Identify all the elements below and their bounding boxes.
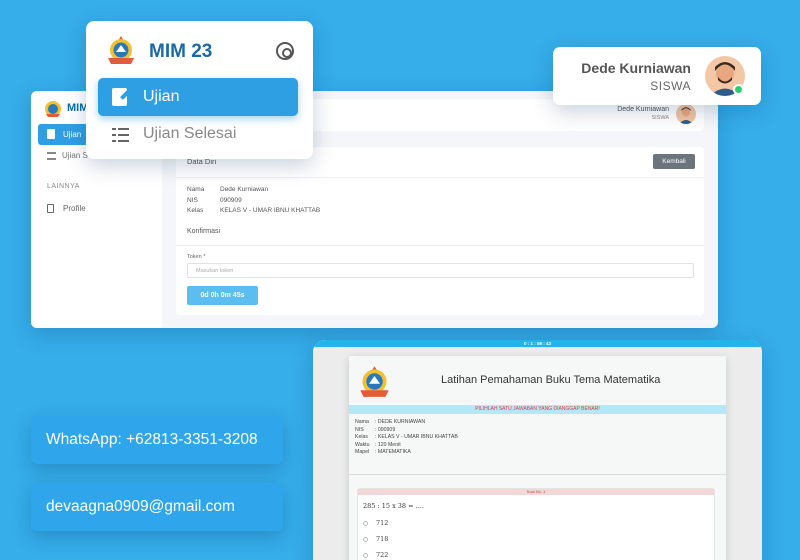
meta-label: NIS [355, 426, 364, 433]
menu-item-label: Ujian Selesai [143, 125, 237, 142]
sidebar-item-label: Ujian [63, 130, 82, 139]
question-text: 285 : 15 x 38 = .... [363, 502, 424, 510]
meta-value: KELAS V - UMAR IBNU KHATTAB [377, 434, 458, 441]
exam-status-bar: 0 : 1 : 59 : 43 [313, 340, 762, 347]
question-header: Soal No. 1 [358, 489, 714, 495]
settings-icon[interactable] [276, 42, 294, 60]
whatsapp-contact[interactable]: WhatsApp: +62813-3351-3208 [31, 416, 283, 464]
radio-icon [363, 552, 368, 558]
menu-item-ujian-selesai[interactable]: Ujian Selesai [112, 125, 236, 143]
sidebar-item-label: Ujian S [62, 151, 88, 160]
info-label: Nama [187, 186, 205, 193]
user-name: Dede Kurniawan [581, 60, 691, 76]
id-card-icon [47, 204, 54, 214]
document-edit-icon [112, 88, 127, 106]
menu-popup: MIM 23 Ujian Ujian Selesai [86, 21, 313, 159]
answer-option-label: 722 [376, 551, 389, 559]
avatar[interactable] [676, 104, 696, 124]
meta-label: Kelas [355, 434, 368, 441]
exam-paper: Latihan Pemahaman Buku Tema Matematika P… [349, 356, 726, 560]
radio-icon [363, 536, 368, 542]
info-label: NIS [187, 196, 198, 204]
exam-confirm-card: Data Diri Kembali Nama Dede Kurniawan NIS… [176, 147, 704, 315]
online-status-indicator [733, 84, 744, 95]
back-button[interactable]: Kembali [653, 154, 695, 169]
topbar-user-name: Dede Kurniawan [617, 106, 669, 113]
token-label: Token * [187, 254, 206, 260]
meta-value: 090909 [377, 426, 396, 433]
question-card: Soal No. 1 285 : 15 x 38 = .... 712 718 … [357, 488, 715, 560]
student-info: Nama Dede Kurniawan NIS 090909 Kelas KELAS … [187, 185, 320, 217]
email-contact[interactable]: devaagna0909@gmail.com [31, 483, 283, 531]
sidebar-item-ujian-selesai[interactable]: Ujian S [47, 151, 88, 160]
info-label: Kelas [187, 207, 204, 214]
confirm-title: Konfirmasi [187, 228, 221, 235]
info-value: Dede Kurniawan [220, 186, 269, 193]
topbar-user: Dede Kurniawan SISWA [617, 106, 669, 121]
exam-instruction: PILIHLAH SATU JAWABAN YANG DIANGGAP BENA… [349, 405, 726, 414]
menu-item-label: Ujian [143, 88, 180, 105]
meta-value: 120 Menit [377, 441, 401, 448]
user-card[interactable]: Dede Kurniawan SISWA [553, 47, 761, 105]
user-role: SISWA [650, 79, 691, 93]
meta-label: Nama [355, 419, 369, 425]
school-logo-icon [45, 101, 61, 117]
exam-title: Latihan Pemahaman Buku Tema Matematika [441, 374, 661, 386]
answer-option-label: 712 [376, 519, 389, 527]
meta-label: Mapel [355, 449, 370, 456]
school-logo-icon [360, 366, 389, 397]
app-brand: MIM 23 [149, 41, 213, 62]
meta-value: DEDE KURNIAWAN [377, 419, 426, 425]
divider [176, 177, 704, 178]
info-value: 090909 [220, 196, 242, 204]
info-value: KELAS V - UMAR IBNU KHATTAB [220, 207, 321, 214]
answer-option[interactable]: 718 [363, 535, 388, 543]
timer-button[interactable]: 0d 0h 0m 45s [187, 286, 258, 305]
menu-item-ujian[interactable]: Ujian [98, 78, 298, 116]
divider [349, 474, 726, 475]
meta-value: MATEMATIKA [377, 449, 411, 456]
exam-tablet: 0 : 1 : 59 : 43 Latihan Pemahaman Buku T… [313, 340, 762, 560]
document-edit-icon [47, 129, 55, 139]
token-input[interactable]: Masukan token [187, 263, 694, 278]
sidebar-item-profile[interactable]: Profile [47, 204, 86, 214]
checklist-icon [47, 151, 56, 160]
divider [176, 245, 704, 246]
sidebar-item-ujian[interactable]: Ujian [38, 124, 88, 145]
answer-option[interactable]: 722 [363, 551, 388, 559]
answer-option-label: 718 [376, 535, 389, 543]
school-logo-icon [108, 36, 134, 64]
answer-option[interactable]: 712 [363, 519, 388, 527]
sidebar-section-label: LAINNYA [47, 183, 80, 190]
radio-icon [363, 520, 368, 526]
exam-meta: Nama: DEDE KURNIAWAN NIS: 090909 Kelas: … [355, 419, 458, 456]
meta-label: Waktu [355, 441, 370, 448]
checklist-icon [112, 127, 129, 142]
avatar-icon [679, 107, 693, 124]
sidebar-item-label: Profile [63, 204, 86, 213]
topbar-user-role: SISWA [651, 115, 669, 121]
